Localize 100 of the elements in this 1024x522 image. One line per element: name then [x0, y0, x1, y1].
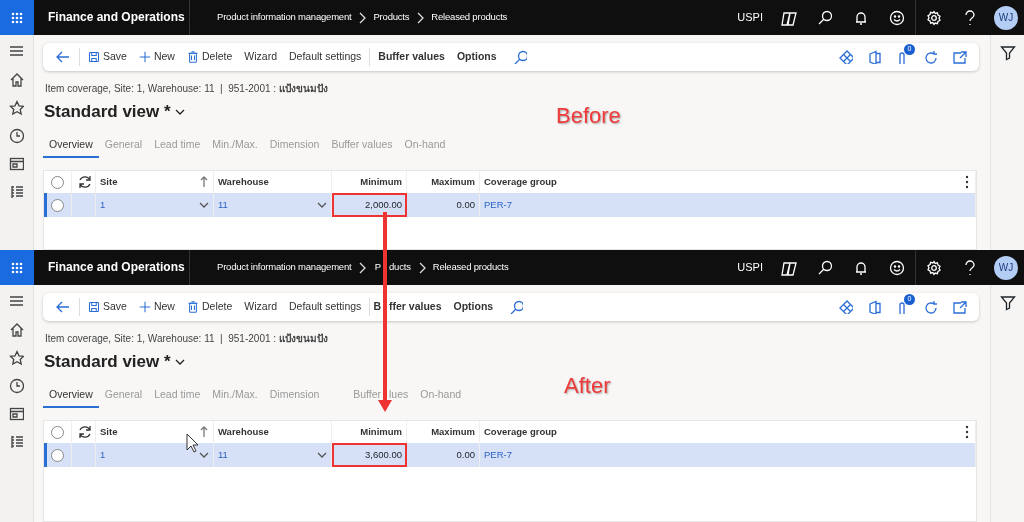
- star-icon[interactable]: [9, 100, 24, 116]
- smiley-icon[interactable]: [889, 259, 905, 276]
- office-icon[interactable]: [867, 50, 881, 64]
- column-header[interactable]: Minimum: [360, 175, 402, 190]
- smiley-icon[interactable]: [889, 9, 905, 26]
- select-all-checkbox[interactable]: [51, 425, 64, 439]
- row-checkbox[interactable]: [51, 448, 64, 462]
- chevron-icon: [416, 11, 425, 24]
- sync-icon[interactable]: [76, 424, 91, 441]
- user-avatar[interactable]: WJ: [994, 5, 1018, 30]
- breadcrumb-link[interactable]: Released products: [431, 10, 508, 25]
- tab[interactable]: Overview: [43, 384, 99, 409]
- pop-out-icon[interactable]: [952, 299, 967, 315]
- toolbar-button[interactable]: Wizard: [238, 293, 283, 321]
- grid-row[interactable]: 1 11 3,600.00 0.00 PER-7: [44, 443, 976, 468]
- app-launcher-button[interactable]: [0, 250, 34, 285]
- dropdown-caret-icon[interactable]: [317, 451, 327, 460]
- breadcrumb-link[interactable]: P ducts: [374, 260, 411, 275]
- dropdown-caret-icon[interactable]: [199, 451, 209, 460]
- copilot-icon[interactable]: [780, 9, 798, 26]
- column-header[interactable]: Maximum: [431, 175, 475, 190]
- toolbar-button[interactable]: Options: [447, 293, 500, 321]
- settings-icon[interactable]: [926, 9, 942, 26]
- select-all-checkbox[interactable]: [51, 175, 64, 189]
- breadcrumb-link[interactable]: Product information management: [217, 260, 352, 275]
- diamond-icon[interactable]: [839, 50, 853, 64]
- help-icon[interactable]: [962, 259, 978, 276]
- search-icon[interactable]: [817, 9, 833, 26]
- row-checkbox[interactable]: [51, 198, 64, 212]
- toolbar-button[interactable]: Default settings: [283, 43, 368, 71]
- column-header[interactable]: Warehouse: [218, 425, 269, 440]
- toolbar-button[interactable]: Delete: [180, 43, 239, 71]
- app-title: Finance and Operations: [34, 250, 190, 285]
- help-icon[interactable]: [962, 9, 978, 26]
- breadcrumb-link[interactable]: Released products: [432, 260, 509, 275]
- pop-out-icon[interactable]: [952, 49, 967, 65]
- column-header[interactable]: Warehouse: [218, 175, 269, 190]
- table-cell[interactable]: PER-7: [484, 448, 512, 463]
- more-options-icon[interactable]: [965, 425, 969, 440]
- home-icon[interactable]: [9, 322, 24, 338]
- company-label[interactable]: USPI: [737, 9, 763, 26]
- home-icon[interactable]: [9, 72, 24, 88]
- table-cell[interactable]: 1: [100, 448, 106, 463]
- table-cell[interactable]: 11: [218, 198, 228, 213]
- company-label[interactable]: USPI: [737, 259, 763, 276]
- back-icon[interactable]: [55, 299, 71, 315]
- view-title[interactable]: Standard view *: [44, 99, 171, 125]
- caret-icon[interactable]: [174, 357, 185, 366]
- back-icon[interactable]: [55, 49, 71, 65]
- toolbar-button[interactable]: Save: [82, 293, 133, 321]
- view-title[interactable]: Standard view *: [44, 349, 171, 375]
- clock-icon[interactable]: [9, 128, 24, 144]
- table-cell: 3,600.00: [365, 448, 402, 463]
- app-launcher-button[interactable]: [0, 0, 34, 35]
- copilot-icon[interactable]: [780, 259, 798, 276]
- toolbar-button[interactable]: Buffer values: [372, 43, 451, 71]
- list-icon[interactable]: [9, 184, 24, 200]
- toolbar-button[interactable]: New: [132, 293, 181, 321]
- diamond-icon[interactable]: [839, 300, 853, 314]
- toolbar-button[interactable]: Default settings: [283, 293, 368, 321]
- more-options-icon[interactable]: [965, 175, 969, 190]
- toolbar-button[interactable]: B ffer values: [367, 293, 448, 321]
- toolbar-button[interactable]: Save: [82, 43, 133, 71]
- caret-icon[interactable]: [174, 107, 185, 116]
- column-header[interactable]: Minimum: [360, 425, 402, 440]
- office-icon[interactable]: [867, 300, 881, 314]
- table-cell[interactable]: 11: [218, 448, 228, 463]
- workspace-icon[interactable]: [9, 406, 24, 422]
- record-subtitle: Item coverage, Site: 1, Warehouse: 11 | 951-2001 : แป้งขนมปัง: [45, 82, 329, 96]
- star-icon[interactable]: [9, 350, 24, 366]
- column-header[interactable]: Site: [100, 175, 118, 190]
- refresh-icon[interactable]: [923, 49, 938, 65]
- column-header[interactable]: Site: [100, 425, 118, 440]
- toolbar-button[interactable]: Delete: [180, 293, 239, 321]
- table-cell[interactable]: PER-7: [484, 198, 512, 213]
- search-icon[interactable]: [817, 259, 833, 276]
- column-header[interactable]: Coverage group: [484, 175, 557, 190]
- breadcrumb-link[interactable]: Products: [373, 10, 410, 25]
- dropdown-caret-icon[interactable]: [199, 201, 209, 210]
- column-header[interactable]: Maximum: [431, 425, 475, 440]
- toolbar-button[interactable]: Wizard: [238, 43, 283, 71]
- workspace-icon[interactable]: [9, 156, 24, 172]
- bell-icon[interactable]: [853, 259, 869, 276]
- refresh-icon[interactable]: [923, 299, 938, 315]
- toolbar-button[interactable]: New: [132, 43, 181, 71]
- user-avatar[interactable]: WJ: [994, 255, 1018, 280]
- list-icon[interactable]: [9, 434, 24, 450]
- bell-icon[interactable]: [853, 9, 869, 26]
- toolbar-button[interactable]: Options: [450, 43, 503, 71]
- save-icon: [88, 301, 100, 313]
- plus-icon: [138, 301, 151, 313]
- tab[interactable]: Overview: [43, 134, 99, 159]
- breadcrumb-link[interactable]: Product information management: [217, 10, 352, 25]
- settings-icon[interactable]: [926, 259, 942, 276]
- column-header[interactable]: Coverage group: [484, 425, 557, 440]
- sync-icon[interactable]: [76, 174, 91, 191]
- clock-icon[interactable]: [9, 378, 24, 394]
- grid-row[interactable]: 1 11 2,000.00 0.00 PER-7: [44, 193, 976, 218]
- dropdown-caret-icon[interactable]: [317, 201, 327, 210]
- table-cell[interactable]: 1: [100, 198, 106, 213]
